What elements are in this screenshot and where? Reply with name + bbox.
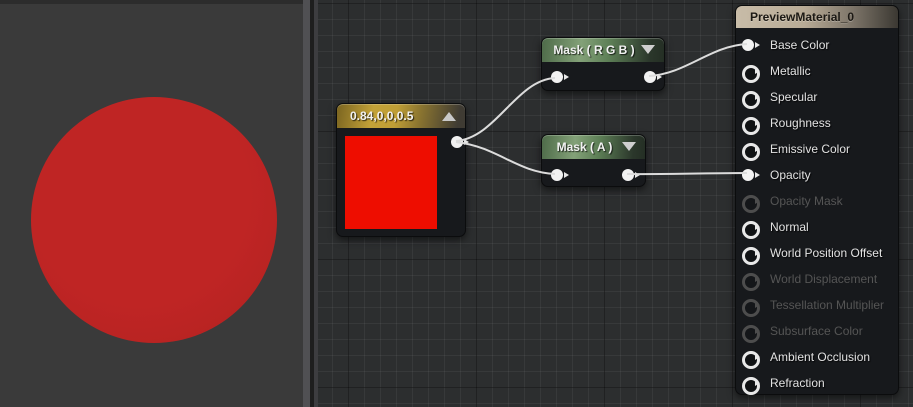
- input-pin-icon[interactable]: [742, 39, 760, 51]
- material-input-label: Specular: [770, 90, 818, 104]
- mask-rgb-input-pin[interactable]: [551, 71, 569, 83]
- node-constant-0.84-0-0-0.5[interactable]: 0.84,0,0,0.5: [336, 103, 469, 237]
- node-graph-canvas[interactable]: 0.84,0,0,0.5 Mask ( R G B ) Mask ( A ) P…: [318, 0, 913, 407]
- material-input-roughness: Roughness: [736, 110, 898, 136]
- material-node-header[interactable]: PreviewMaterial_0: [736, 6, 898, 28]
- material-input-label: Subsurface Color: [770, 324, 863, 338]
- material-input-label: World Position Offset: [770, 246, 883, 260]
- input-pin-icon: [742, 325, 760, 343]
- input-pin-icon: [742, 299, 760, 317]
- material-input-label: Metallic: [770, 64, 811, 78]
- material-input-emissive-color: Emissive Color: [736, 136, 898, 162]
- material-input-label: Roughness: [770, 116, 831, 130]
- input-pin-icon[interactable]: [742, 143, 760, 161]
- preview-viewport[interactable]: [0, 0, 303, 407]
- material-node-title: PreviewMaterial_0: [750, 10, 855, 24]
- material-input-specular: Specular: [736, 84, 898, 110]
- input-pin-icon[interactable]: [742, 91, 760, 109]
- mask-rgb-node-header[interactable]: Mask ( R G B ): [542, 38, 664, 62]
- material-input-opacity: Opacity: [736, 162, 898, 188]
- material-input-label: Base Color: [770, 38, 830, 52]
- wire-constant-to-mask-rgb: [455, 77, 556, 142]
- material-input-label: Tessellation Multiplier: [770, 298, 885, 312]
- input-pin-icon[interactable]: [742, 377, 760, 395]
- material-input-refraction: Refraction: [736, 370, 898, 396]
- mask-a-node-title: Mask ( A ): [556, 140, 613, 154]
- panel-splitter[interactable]: [303, 0, 310, 407]
- material-input-metallic: Metallic: [736, 58, 898, 84]
- constant-node-header[interactable]: 0.84,0,0,0.5: [337, 104, 465, 128]
- material-input-label: Opacity Mask: [770, 194, 843, 208]
- material-input-base-color: Base Color: [736, 32, 898, 58]
- mask-rgb-node-title: Mask ( R G B ): [553, 43, 635, 57]
- material-input-ambient-occlusion: Ambient Occlusion: [736, 344, 898, 370]
- triangle-down-icon[interactable]: [622, 142, 636, 151]
- material-input-label: Ambient Occlusion: [770, 350, 871, 364]
- material-input-list: Base Color Metallic Specular Roughness Emiss…: [736, 28, 898, 396]
- constant-output-pin[interactable]: [451, 136, 469, 148]
- input-pin-icon[interactable]: [742, 169, 760, 181]
- input-pin-icon: [742, 273, 760, 291]
- triangle-up-icon[interactable]: [442, 112, 456, 121]
- material-input-label: Emissive Color: [770, 142, 851, 156]
- preview-sphere: [31, 97, 277, 343]
- material-input-world-displacement: World Displacement: [736, 266, 898, 292]
- material-input-tessellation-multiplier: Tessellation Multiplier: [736, 292, 898, 318]
- mask-rgb-output-pin[interactable]: [644, 71, 662, 83]
- material-input-subsurface-color: Subsurface Color: [736, 318, 898, 344]
- material-input-label: Refraction: [770, 376, 825, 390]
- input-pin-icon[interactable]: [742, 117, 760, 135]
- mask-a-output-pin[interactable]: [622, 169, 640, 181]
- material-input-label: Opacity: [770, 168, 811, 182]
- material-input-world-position-offset: World Position Offset: [736, 240, 898, 266]
- mask-a-node-header[interactable]: Mask ( A ): [542, 135, 645, 159]
- input-pin-icon: [742, 195, 760, 213]
- node-mask-a[interactable]: Mask ( A ): [541, 134, 646, 187]
- input-pin-icon[interactable]: [742, 65, 760, 83]
- input-pin-icon[interactable]: [742, 221, 760, 239]
- material-input-normal: Normal: [736, 214, 898, 240]
- constant-color-swatch[interactable]: [345, 136, 437, 229]
- input-pin-icon[interactable]: [742, 247, 760, 265]
- mask-a-input-pin[interactable]: [551, 169, 569, 181]
- material-input-opacity-mask: Opacity Mask: [736, 188, 898, 214]
- constant-node-title: 0.84,0,0,0.5: [350, 109, 414, 123]
- material-input-label: World Displacement: [770, 272, 878, 286]
- node-mask-rgb[interactable]: Mask ( R G B ): [541, 37, 665, 91]
- node-preview-material[interactable]: PreviewMaterial_0 Base Color Metallic Spec…: [735, 5, 899, 395]
- material-editor: 0.84,0,0,0.5 Mask ( R G B ) Mask ( A ) P…: [0, 0, 913, 407]
- viewport-top-border: [0, 0, 303, 4]
- material-input-label: Normal: [770, 220, 809, 234]
- triangle-down-icon[interactable]: [641, 45, 655, 54]
- input-pin-icon[interactable]: [742, 351, 760, 369]
